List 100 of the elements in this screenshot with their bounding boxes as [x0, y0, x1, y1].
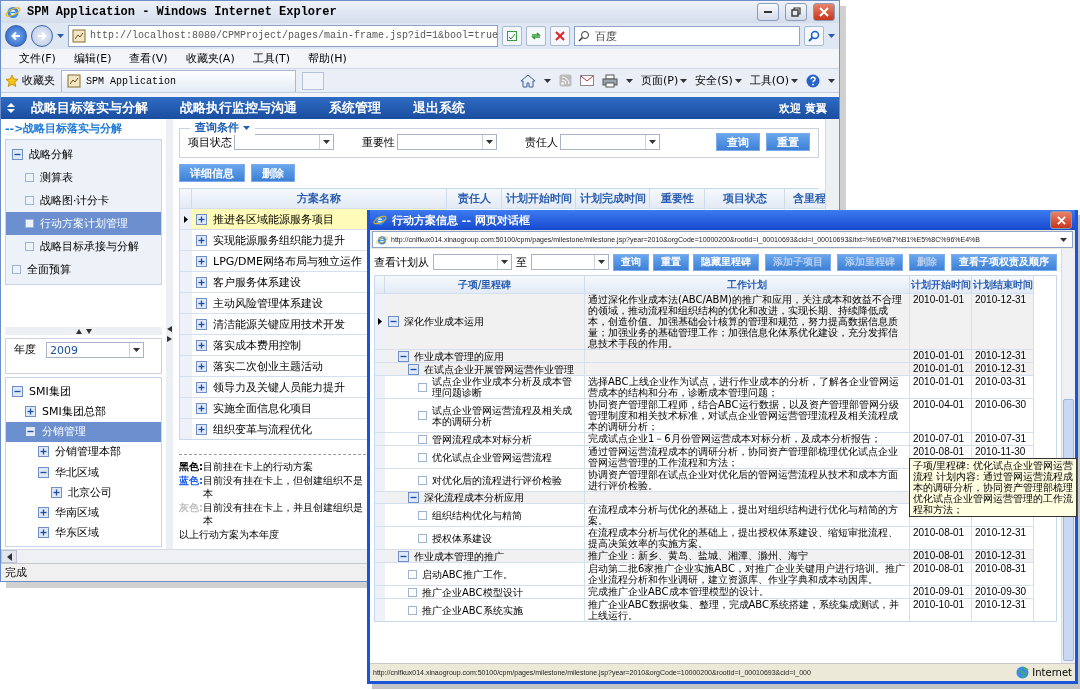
tree-label[interactable]: 授权体系建设: [432, 532, 492, 544]
row-selector-cell[interactable]: [180, 397, 192, 418]
up-down-arrows-icon[interactable]: [74, 328, 93, 334]
dropdown-field[interactable]: [560, 134, 660, 150]
row-selector-cell[interactable]: [375, 468, 385, 491]
org-tree-item[interactable]: 华北区域: [6, 462, 161, 483]
plus-box-icon[interactable]: [38, 507, 49, 519]
org-tree-item[interactable]: SMI集团总部: [6, 401, 161, 422]
tree-label[interactable]: 推广企业ABC系统实施: [422, 604, 523, 616]
row-selector-cell[interactable]: [180, 271, 192, 292]
menu-item[interactable]: 查看(V): [121, 50, 176, 67]
row-selector-cell[interactable]: [180, 229, 192, 250]
plus-box-icon[interactable]: [196, 423, 207, 435]
row-selector-cell[interactable]: [375, 562, 385, 585]
plus-box-icon[interactable]: [51, 486, 62, 498]
tree-label[interactable]: 对优化后的流程进行评价检验: [432, 474, 562, 486]
menu-tree-item[interactable]: 全面预算: [6, 258, 161, 281]
row-selector-cell[interactable]: [375, 349, 385, 362]
row-selector-cell[interactable]: [180, 208, 192, 229]
minus-box-icon[interactable]: [388, 316, 399, 327]
plus-box-icon[interactable]: [196, 234, 207, 246]
menu-tree-item[interactable]: 战略分解: [6, 143, 161, 166]
home-icon[interactable]: [519, 73, 536, 88]
row-selector-cell[interactable]: [375, 585, 385, 598]
row-selector-cell[interactable]: [180, 250, 192, 271]
tree-label[interactable]: 组织结构优化与精简: [432, 509, 522, 521]
plus-box-icon[interactable]: [196, 255, 207, 267]
row-selector-cell[interactable]: [375, 293, 385, 349]
row-selector-cell[interactable]: [375, 432, 385, 445]
org-tree-item[interactable]: 华东区域: [6, 522, 161, 543]
tree-label[interactable]: 优化试点企业管网运营流程: [432, 451, 552, 463]
restore-button[interactable]: [785, 3, 807, 21]
up-down-arrows-icon[interactable]: [7, 103, 15, 113]
org-tree-item[interactable]: 北京公司: [6, 482, 161, 503]
compatibility-button[interactable]: [502, 26, 522, 46]
plus-box-icon[interactable]: [196, 339, 207, 351]
plus-box-icon[interactable]: [196, 381, 207, 393]
minus-box-icon[interactable]: [398, 550, 409, 562]
favorites-button[interactable]: 收藏夹: [5, 73, 55, 88]
row-selector-cell[interactable]: [180, 313, 192, 334]
minus-box-icon[interactable]: [25, 426, 36, 438]
nav-link[interactable]: 战略执行监控与沟通: [164, 99, 313, 117]
row-selector-cell[interactable]: [375, 549, 385, 562]
plus-box-icon[interactable]: [196, 276, 207, 288]
minus-box-icon[interactable]: [12, 385, 23, 397]
search-button[interactable]: [804, 26, 824, 46]
plus-box-icon[interactable]: [25, 405, 36, 417]
minus-box-icon[interactable]: [12, 149, 23, 160]
back-button[interactable]: [5, 25, 27, 47]
nav-link[interactable]: 系统管理: [313, 99, 397, 117]
help-icon[interactable]: [806, 73, 820, 88]
year-select[interactable]: 2009: [46, 342, 144, 358]
row-selector-cell[interactable]: [375, 598, 385, 621]
nav-link[interactable]: 退出系统: [397, 99, 481, 117]
plus-box-icon[interactable]: [196, 402, 207, 414]
stop-button[interactable]: [550, 26, 570, 46]
org-tree-item[interactable]: 分销管理本部: [6, 441, 161, 462]
menu-item[interactable]: 编辑(E): [65, 50, 120, 67]
row-selector-cell[interactable]: [375, 375, 385, 398]
search-field[interactable]: 百度: [574, 26, 800, 46]
menu-item[interactable]: 工具(T): [244, 50, 298, 67]
query-title[interactable]: 查询条件: [190, 120, 255, 135]
command-menu-button[interactable]: 工具(O): [749, 73, 798, 88]
plus-box-icon[interactable]: [38, 527, 49, 539]
row-selector-cell[interactable]: [375, 445, 385, 468]
plus-box-icon[interactable]: [196, 318, 207, 330]
splitter-handle[interactable]: [5, 327, 162, 335]
tree-label[interactable]: 深化流程成本分析应用: [424, 492, 524, 503]
menu-item[interactable]: 收藏夹(A): [177, 50, 243, 67]
org-tree-item[interactable]: SMI集团: [6, 381, 161, 402]
row-selector-cell[interactable]: [180, 376, 192, 397]
dropdown-field[interactable]: [433, 254, 512, 270]
command-menu-button[interactable]: 页面(P): [640, 73, 688, 88]
minus-box-icon[interactable]: [408, 363, 419, 375]
command-menu-button[interactable]: 安全(S): [695, 73, 742, 88]
browser-tab[interactable]: SPM Application: [61, 69, 296, 92]
row-selector-cell[interactable]: [180, 355, 192, 376]
plus-box-icon[interactable]: [196, 360, 207, 372]
scroll-left-button[interactable]: [1, 550, 17, 563]
forward-button[interactable]: [31, 25, 53, 47]
row-selector-cell[interactable]: [180, 334, 192, 355]
menu-tree-item[interactable]: 战略图·计分卡: [6, 189, 161, 212]
menu-tree-item[interactable]: 测算表: [6, 166, 161, 189]
menu-item[interactable]: 帮助(H): [300, 50, 355, 67]
minus-box-icon[interactable]: [398, 350, 409, 362]
close-button[interactable]: [1050, 211, 1072, 229]
plus-box-icon[interactable]: [196, 213, 207, 225]
dropdown-field[interactable]: [530, 254, 609, 270]
row-selector-cell[interactable]: [375, 526, 385, 549]
dropdown-field[interactable]: [234, 134, 334, 150]
minimize-button[interactable]: [757, 3, 779, 21]
printer-icon[interactable]: [601, 73, 618, 88]
left-right-arrows-icon[interactable]: [167, 325, 172, 343]
plus-box-icon[interactable]: [38, 446, 49, 458]
minus-box-icon[interactable]: [408, 492, 419, 503]
nav-link[interactable]: 战略目标落实与分解: [15, 99, 164, 117]
minus-box-icon[interactable]: [38, 466, 49, 478]
plus-box-icon[interactable]: [196, 297, 207, 309]
row-selector-cell[interactable]: [180, 418, 192, 439]
menu-tree-item[interactable]: 战略目标承接与分解: [6, 235, 161, 258]
